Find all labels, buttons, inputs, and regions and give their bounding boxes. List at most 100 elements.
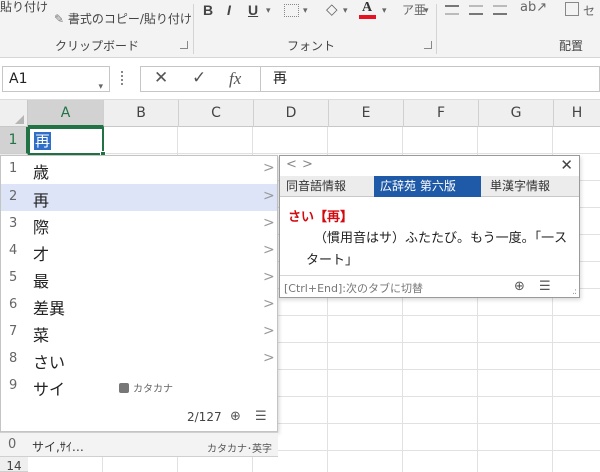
tab-homophones[interactable]: 同音語情報 <box>280 176 374 197</box>
chevron-right-icon[interactable]: > <box>263 242 275 258</box>
paste-button[interactable]: 貼り付け <box>0 0 48 15</box>
chevron-right-icon[interactable]: > <box>263 188 275 204</box>
candidate-item[interactable]: 7 菜 > <box>1 319 277 346</box>
cancel-icon[interactable]: ✕ <box>154 68 168 88</box>
column-header-f[interactable]: F <box>404 100 479 127</box>
resize-grip-icon[interactable]: .: <box>572 287 577 297</box>
chevron-right-icon[interactable]: > <box>263 323 275 339</box>
candidate-item[interactable]: 5 最 > <box>1 265 277 292</box>
underline-button[interactable]: U <box>248 2 258 18</box>
italic-button[interactable]: I <box>227 2 231 18</box>
fill-color-button[interactable]: ◇ <box>326 0 338 18</box>
candidate-text: 最 <box>33 272 50 291</box>
candidate-item[interactable]: 1 歳 > <box>1 156 277 183</box>
column-header-c[interactable]: C <box>179 100 254 127</box>
candidate-number: 8 <box>9 351 18 366</box>
chevron-right-icon[interactable]: > <box>263 296 275 312</box>
ime-candidate-window: 1 歳 > 2 再 > 3 際 > 4 才 > 5 最 > 6 差異 > 7 菜… <box>0 155 278 432</box>
candidate-number: 3 <box>9 216 18 231</box>
chevron-right-icon[interactable]: > <box>263 160 275 176</box>
tab-kanji-info[interactable]: 単漢字情報 <box>484 176 579 197</box>
zoom-in-icon[interactable]: ⊕ <box>514 279 525 294</box>
formula-bar: A1 ▾ ✕ ✓ fx 再 <box>0 58 600 100</box>
phonetic-button[interactable]: ア亜 <box>402 1 426 18</box>
formula-bar-grip[interactable] <box>121 71 124 85</box>
insert-function-icon[interactable]: fx <box>229 69 241 89</box>
reading-text: サイ,ｻｲ… <box>32 440 84 454</box>
candidate-text: 才 <box>33 245 50 264</box>
column-header-e[interactable]: E <box>329 100 404 127</box>
chevron-left-icon[interactable]: < <box>286 157 297 172</box>
bold-button[interactable]: B <box>203 2 213 18</box>
dictionary-popup: < > ✕ 同音語情報 広辞苑 第六版 単漢字情報 さい【再】 （慣用音はサ）ふ… <box>279 155 580 298</box>
candidate-number: 4 <box>9 243 18 258</box>
font-color-button[interactable]: A <box>357 0 379 19</box>
column-header-h[interactable]: H <box>554 100 600 127</box>
column-header-b[interactable]: B <box>104 100 179 127</box>
formula-input[interactable]: 再 <box>260 66 600 92</box>
column-header-d[interactable]: D <box>254 100 329 127</box>
merge-label[interactable]: セ <box>583 2 595 19</box>
candidate-number: 5 <box>9 270 18 285</box>
candidate-item[interactable]: 9 サイ カタカナ <box>1 373 277 400</box>
format-painter-button[interactable]: ✎ 書式のコピー/貼り付け <box>54 10 192 27</box>
dictionary-footer: [Ctrl+End]:次のタブに切替 ⊕ ☰ .: <box>280 275 579 297</box>
ribbon: 貼り付け ✎ 書式のコピー/貼り付け クリップボード B I U ▾ ▾ ◇ ▾… <box>0 0 600 58</box>
border-dropdown-icon[interactable]: ▾ <box>303 6 308 16</box>
candidate-text: 差異 <box>33 299 66 318</box>
candidate-text: さい <box>33 353 66 372</box>
align-bottom-icon[interactable] <box>493 5 507 15</box>
select-all-corner[interactable] <box>0 100 28 127</box>
underline-dropdown-icon[interactable]: ▾ <box>266 6 271 16</box>
list-view-icon[interactable]: ☰ <box>255 409 267 424</box>
candidate-item[interactable]: 6 差異 > <box>1 292 277 319</box>
fill-dropdown-icon[interactable]: ▾ <box>343 6 348 16</box>
name-box-dropdown-icon[interactable]: ▾ <box>98 75 103 99</box>
dictionary-title-bar: < > ✕ <box>280 156 579 176</box>
chevron-right-icon[interactable]: > <box>263 350 275 366</box>
candidate-footer: 2/127 ⊕ ☰ <box>1 406 277 431</box>
name-box[interactable]: A1 ▾ <box>2 66 110 92</box>
font-color-bar <box>359 15 376 19</box>
font-launcher-icon[interactable] <box>424 41 432 49</box>
alignment-group-label: 配置 <box>559 39 584 53</box>
font-color-icon: A <box>362 0 373 15</box>
font-color-dropdown-icon[interactable]: ▾ <box>382 6 387 16</box>
candidate-text: サイ <box>33 380 66 399</box>
candidate-item[interactable]: 4 才 > <box>1 238 277 265</box>
enter-icon[interactable]: ✓ <box>192 68 206 88</box>
clipboard-launcher-icon[interactable] <box>180 41 188 49</box>
reading-number: 0 <box>8 437 17 452</box>
reading-row[interactable]: 0 サイ,ｻｲ… カタカナ･英字 <box>0 432 278 457</box>
candidate-count: 2/127 <box>187 410 222 424</box>
row-header-1[interactable]: 1 <box>0 127 28 154</box>
dictionary-tabs: 同音語情報 広辞苑 第六版 単漢字情報 <box>280 176 579 197</box>
border-button[interactable] <box>284 4 299 17</box>
name-box-value: A1 <box>9 71 28 87</box>
align-middle-icon[interactable] <box>469 5 483 15</box>
row-header-14[interactable]: 14 <box>0 457 28 472</box>
chevron-right-icon[interactable]: > <box>263 215 275 231</box>
orientation-icon[interactable]: ab↗ <box>520 0 547 15</box>
column-header-a[interactable]: A <box>28 100 104 127</box>
chevron-right-icon[interactable]: > <box>302 157 313 172</box>
align-top-icon[interactable] <box>445 5 459 15</box>
candidate-text: 再 <box>33 191 50 210</box>
phonetic-dropdown-icon[interactable]: ▾ <box>424 6 429 16</box>
close-icon[interactable]: ✕ <box>560 156 573 174</box>
chevron-right-icon[interactable]: > <box>263 269 275 285</box>
tab-kojien[interactable]: 広辞苑 第六版 <box>374 176 481 197</box>
font-group-label: フォント <box>287 39 336 53</box>
zoom-in-icon[interactable]: ⊕ <box>230 409 241 424</box>
candidate-number: 6 <box>9 297 18 312</box>
wrap-text-icon[interactable] <box>565 2 579 16</box>
candidate-item-selected[interactable]: 2 再 > <box>1 184 277 211</box>
katakana-tag-label: カタカナ <box>133 384 173 395</box>
column-header-g[interactable]: G <box>479 100 554 127</box>
active-cell-a1[interactable]: 再 <box>28 127 106 157</box>
candidate-text: 際 <box>33 218 50 237</box>
list-view-icon[interactable]: ☰ <box>539 279 551 294</box>
format-painter-icon: ✎ <box>54 12 65 26</box>
candidate-item[interactable]: 3 際 > <box>1 211 277 238</box>
candidate-item[interactable]: 8 さい > <box>1 346 277 373</box>
